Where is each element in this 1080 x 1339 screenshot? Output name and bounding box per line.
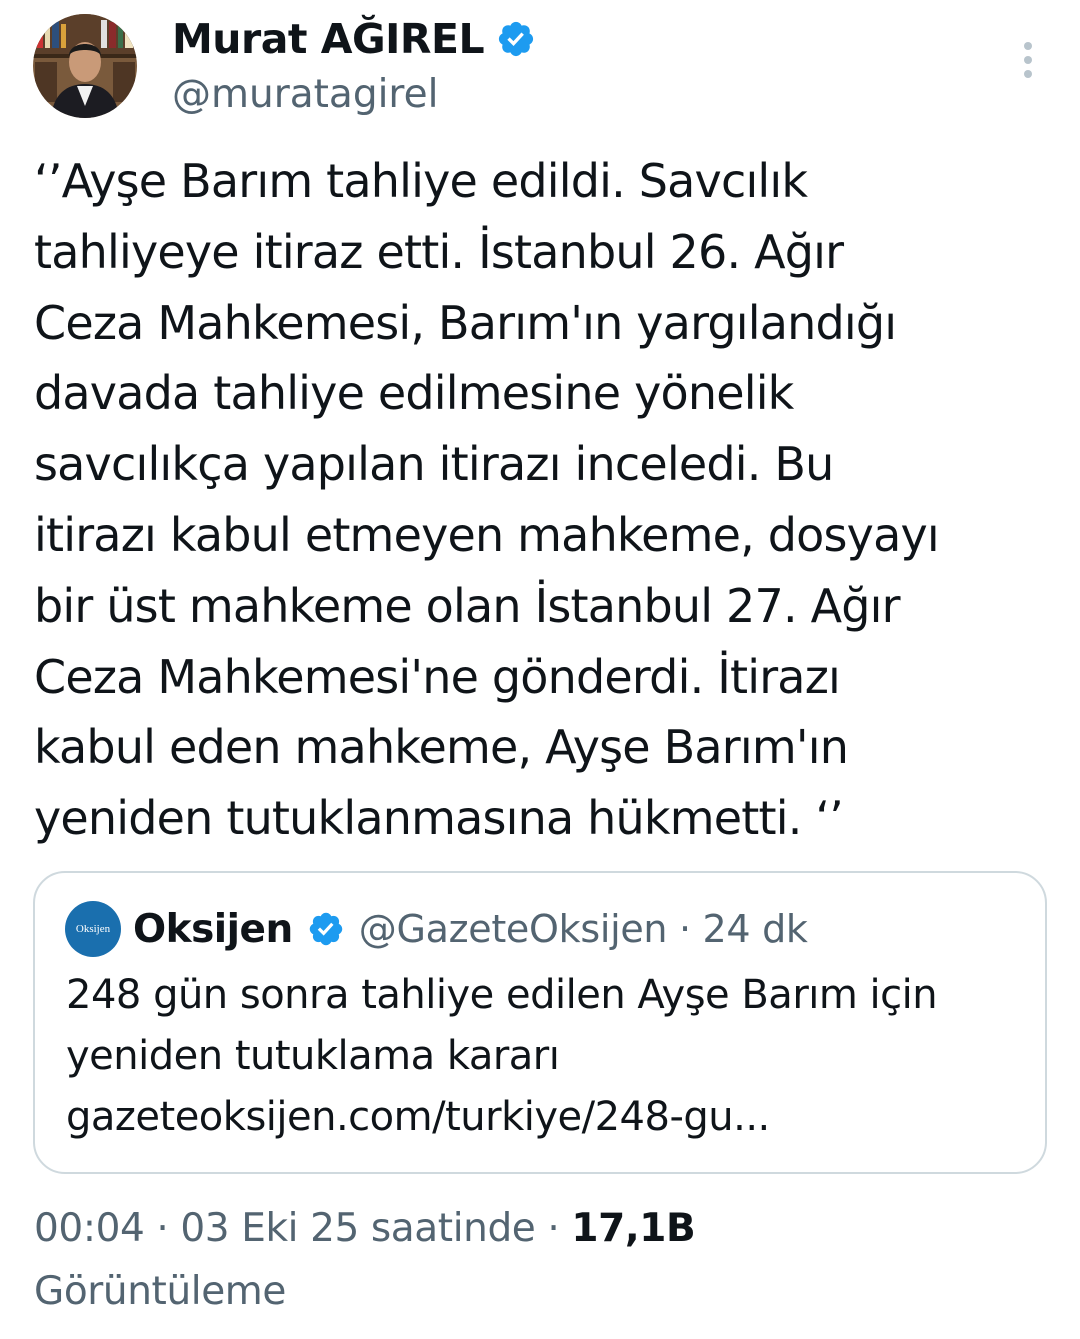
tweet-text: ‘’Ayşe Barım tahliye edildi. Savcılık ta… bbox=[34, 146, 1049, 854]
tweet-text-line: bir üst mahkeme olan İstanbul 27. Ağır bbox=[34, 578, 901, 633]
quoted-tweet-header: Oksijen Oksijen @GazeteOksijen · 24 dk bbox=[65, 901, 808, 957]
tweet-text-line: davada tahliye edilmesine yönelik bbox=[34, 366, 794, 421]
author-name-row[interactable]: Murat AĞIREL bbox=[172, 12, 536, 66]
tweet-text-line: itirazı kabul etmeyen mahkeme, dosyayı bbox=[34, 507, 940, 562]
tweet-text-line: Ceza Mahkemesi, Barım'ın yargılandığı bbox=[34, 295, 897, 350]
verified-badge-icon bbox=[499, 21, 534, 57]
tweet-text-line: savcılıkça yapılan itirazı inceledi. Bu bbox=[34, 437, 834, 492]
quoted-handle-time: @GazeteOksijen · 24 dk bbox=[358, 907, 808, 951]
quoted-text-line: 248 gün sonra tahliye edilen Ayşe Barım … bbox=[66, 972, 938, 1018]
quoted-avatar-logo-text: Oksijen bbox=[75, 923, 111, 935]
author-avatar[interactable] bbox=[33, 14, 137, 118]
tweet-text-line: tahliyeye itiraz etti. İstanbul 26. Ağır bbox=[34, 224, 844, 279]
quoted-text-line: yeniden tutuklama kararı bbox=[66, 1033, 560, 1079]
profile-photo-icon bbox=[33, 14, 137, 118]
tweet-text-line: ‘’Ayşe Barım tahliye edildi. Savcılık bbox=[34, 154, 808, 208]
tweet-header: Murat AĞIREL @muratagirel bbox=[0, 0, 1080, 140]
verified-badge-icon bbox=[309, 912, 342, 946]
tweet-text-line: Ceza Mahkemesi'ne gönderdi. İtirazı bbox=[34, 649, 841, 704]
quoted-author-name[interactable]: Oksijen bbox=[133, 907, 293, 952]
views-label: Görüntüleme bbox=[34, 1269, 286, 1314]
tweet-text-line: kabul eden mahkeme, Ayşe Barım'ın bbox=[34, 720, 849, 775]
quoted-tweet-text: 248 gün sonra tahliye edilen Ayşe Barım … bbox=[66, 965, 1026, 1148]
tweet-timestamp[interactable]: 00:04 · 03 Eki 25 saatinde · bbox=[34, 1206, 571, 1251]
quoted-link[interactable]: gazeteoksijen.com/turkiye/248-gu... bbox=[66, 1087, 1026, 1148]
tweet-text-line: yeniden tutuklanmasına hükmetti. ‘’ bbox=[34, 791, 844, 846]
more-options-icon[interactable] bbox=[1008, 38, 1048, 82]
quoted-author-avatar[interactable]: Oksijen bbox=[65, 901, 121, 957]
quoted-tweet-card[interactable]: Oksijen Oksijen @GazeteOksijen · 24 dk 2… bbox=[33, 871, 1047, 1174]
author-display-name[interactable]: Murat AĞIREL bbox=[172, 12, 485, 66]
views-count: 17,1B bbox=[571, 1206, 696, 1251]
author-handle[interactable]: @muratagirel bbox=[172, 70, 438, 120]
tweet-footer: 00:04 · 03 Eki 25 saatinde · 17,1B Görün… bbox=[34, 1197, 1044, 1323]
tweet-timestamp-row: 00:04 · 03 Eki 25 saatinde · 17,1B bbox=[34, 1197, 1044, 1260]
